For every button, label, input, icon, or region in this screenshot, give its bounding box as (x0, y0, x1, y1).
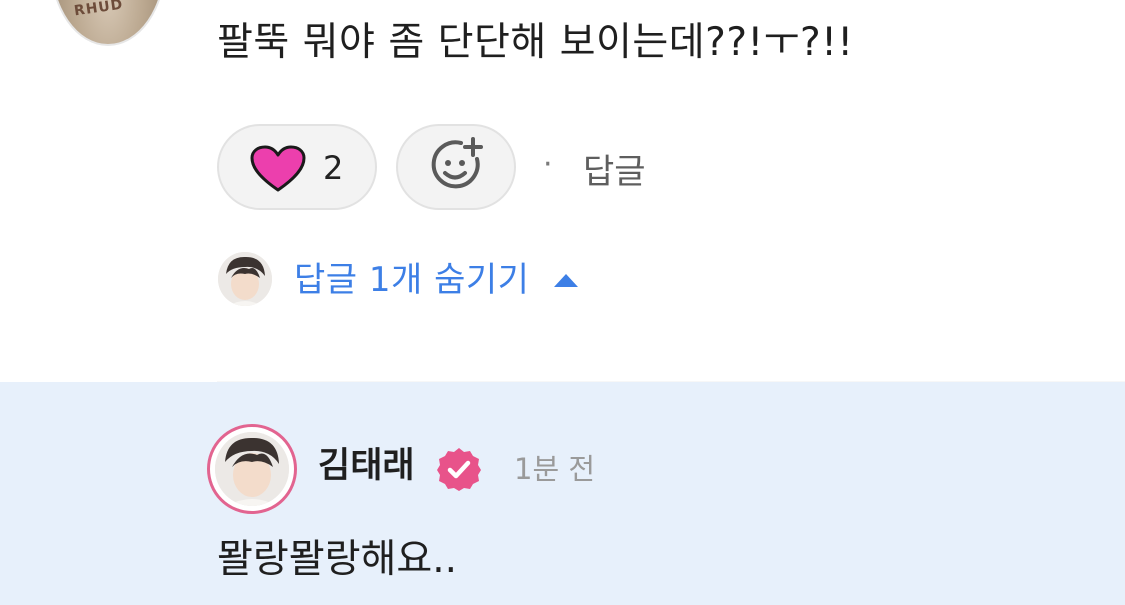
add-reaction-button[interactable] (396, 124, 516, 210)
heart-icon (249, 144, 307, 198)
reply-author-avatar[interactable] (207, 424, 297, 514)
reply-preview-avatar (218, 252, 272, 306)
like-button[interactable]: 2 (217, 124, 377, 210)
reply-author-name[interactable]: 김태래 (318, 443, 415, 489)
comment-text: 팔뚝 뭐야 좀 단단해 보이는데??!ㅜ?!! (217, 20, 854, 65)
separator-dot: · (543, 147, 553, 182)
avatar-shirt-print: RHUD (73, 0, 125, 20)
reply-text: 뫌랑뫌랑해요.. (217, 537, 458, 582)
verified-badge-icon (436, 446, 482, 496)
hide-replies-toggle[interactable]: 답글 1개 숨기기 (294, 256, 579, 304)
caret-up-icon (553, 272, 579, 292)
like-count: 2 (323, 149, 344, 187)
commenter-avatar[interactable]: RHUD (50, 0, 166, 46)
reply-container (0, 382, 1125, 605)
hide-replies-label: 답글 1개 숨기기 (294, 260, 530, 300)
reply-link[interactable]: 답글 (583, 150, 646, 194)
reply-timestamp: 1분 전 (514, 452, 596, 486)
add-reaction-icon (426, 135, 486, 199)
